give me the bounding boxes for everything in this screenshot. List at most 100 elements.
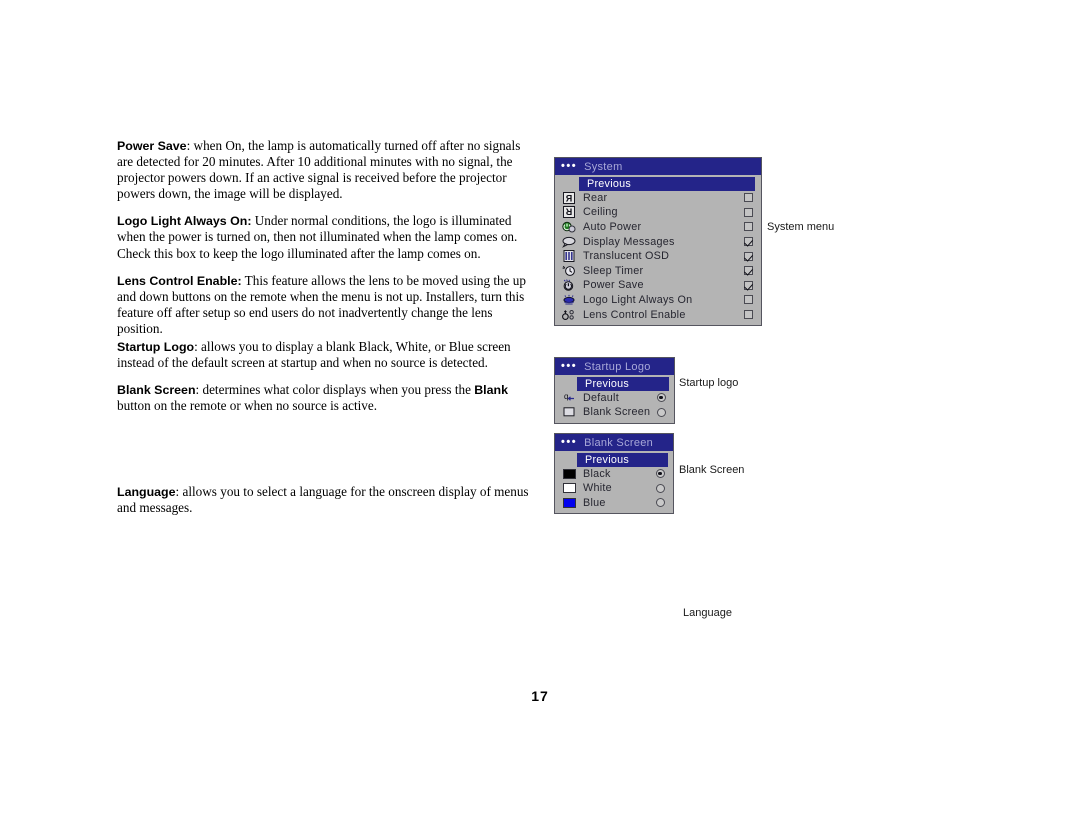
blank-screen-menu-body: Previous Black White Blue [555, 451, 673, 513]
paragraph-blank-screen-text2: button on the remote or when no source i… [117, 398, 378, 414]
startup-logo-menu-item-blank-screen[interactable]: Blank Screen [555, 405, 674, 420]
text-block-language: Language: allows you to select a languag… [117, 484, 532, 516]
svg-text:R: R [565, 193, 572, 203]
swatch-white-icon [559, 483, 579, 494]
startup-logo-menu-panel: ••• Startup Logo Previous q Default Blan… [554, 357, 675, 424]
blank-screen-previous-label: Previous [585, 453, 630, 466]
rear-projection-icon: R [559, 191, 579, 204]
svg-text:R: R [565, 207, 572, 217]
startup-logo-default-label: Default [583, 391, 619, 404]
system-menu-rear-checkbox[interactable] [740, 193, 756, 203]
term-blank-screen: Blank Screen [117, 383, 196, 398]
startup-logo-menu-item-default[interactable]: q Default [555, 391, 674, 406]
system-menu-panel: ••• System Previous R Rear R Ceiling Aut… [554, 157, 762, 326]
menu-dots-icon: ••• [561, 436, 578, 448]
paragraph-language-text: : allows you to select a language for th… [117, 484, 529, 516]
blank-screen-white-radio[interactable] [652, 483, 668, 493]
system-menu-item-sleep-timer[interactable]: Sleep Timer [555, 263, 761, 278]
swatch-blue-icon [559, 497, 579, 508]
system-menu-previous-label: Previous [587, 177, 632, 190]
system-menu-logo-light-label: Logo Light Always On [583, 293, 693, 306]
blank-screen-white-label: White [583, 482, 612, 495]
sleep-timer-icon [559, 265, 579, 277]
text-block-system-options: Power Save: when On, the lamp is automat… [117, 138, 532, 337]
svg-text:q: q [564, 392, 568, 401]
startup-logo-menu-title-bar: ••• Startup Logo [555, 358, 674, 375]
blank-screen-menu-item-white[interactable]: White [555, 481, 673, 496]
system-menu-auto-power-label: Auto Power [583, 220, 642, 233]
paragraph-blank-screen: Blank Screen: determines what color disp… [117, 382, 532, 414]
startup-logo-menu-body: Previous q Default Blank Screen [555, 375, 674, 423]
menu-dots-icon: ••• [561, 160, 578, 172]
system-menu-item-logo-light[interactable]: Logo Light Always On [555, 293, 761, 308]
blank-screen-blue-radio[interactable] [652, 498, 668, 508]
paragraph-power-save: Power Save: when On, the lamp is automat… [117, 138, 532, 202]
system-menu-item-translucent-osd[interactable]: Translucent OSD [555, 249, 761, 264]
system-menu-rear-label: Rear [583, 191, 608, 204]
startup-logo-menu-item-previous[interactable]: Previous [577, 377, 669, 391]
system-menu-item-auto-power[interactable]: Auto Power [555, 220, 761, 235]
swatch-white [562, 483, 576, 494]
logo-light-icon [559, 294, 579, 306]
swatch-blue [562, 497, 576, 508]
startup-logo-previous-label: Previous [585, 377, 630, 390]
blank-screen-black-label: Black [583, 467, 611, 480]
system-menu-power-save-checkbox[interactable] [740, 280, 756, 290]
page-number: 17 [531, 688, 549, 704]
blank-screen-menu-item-blue[interactable]: Blue [555, 496, 673, 511]
system-menu-ceiling-checkbox[interactable] [740, 207, 756, 217]
term-power-save: Power Save [117, 139, 187, 153]
blank-screen-menu-panel: ••• Blank Screen Previous Black White Bl… [554, 433, 674, 515]
paragraph-lens-control: Lens Control Enable: This feature allows… [117, 273, 532, 337]
system-menu-ceiling-label: Ceiling [583, 206, 618, 219]
power-save-icon [559, 279, 579, 292]
system-menu-title: System [584, 160, 623, 173]
translucent-osd-icon [559, 250, 579, 263]
system-menu-lens-control-checkbox[interactable] [740, 310, 756, 320]
blank-screen-menu-item-previous[interactable]: Previous [577, 453, 668, 467]
blank-screen-menu-item-black[interactable]: Black [555, 467, 673, 482]
paragraph-blank-screen-text: : determines what color displays when yo… [195, 382, 475, 398]
startup-logo-blank-screen-label: Blank Screen [583, 406, 651, 419]
system-menu-item-rear[interactable]: R Rear [555, 191, 761, 206]
system-menu-sleep-timer-label: Sleep Timer [583, 264, 644, 277]
blank-screen-menu-title-bar: ••• Blank Screen [555, 434, 673, 451]
paragraph-startup-logo: Startup Logo: allows you to display a bl… [117, 339, 532, 371]
display-messages-icon [559, 236, 579, 248]
term-language: Language [117, 485, 176, 499]
system-menu-body: Previous R Rear R Ceiling Auto Power Dis… [555, 175, 761, 325]
system-menu-logo-light-checkbox[interactable] [740, 295, 756, 305]
term-startup-logo: Startup Logo [117, 340, 195, 354]
blank-screen-blue-label: Blue [583, 496, 606, 509]
system-menu-item-display-messages[interactable]: Display Messages [555, 234, 761, 249]
startup-logo-menu-title: Startup Logo [584, 360, 651, 373]
blank-screen-black-radio[interactable] [652, 469, 668, 479]
blank-screen-menu-title: Blank Screen [584, 436, 654, 449]
system-menu-power-save-label: Power Save [583, 279, 644, 292]
lens-control-icon [559, 309, 579, 321]
swatch-black [562, 468, 576, 479]
blank-screen-icon [559, 406, 579, 418]
menu-dots-icon: ••• [561, 360, 578, 372]
system-menu-item-lens-control[interactable]: Lens Control Enable [555, 307, 761, 322]
system-menu-translucent-osd-label: Translucent OSD [583, 250, 670, 263]
text-block-startup-blank: Startup Logo: allows you to display a bl… [117, 339, 532, 414]
auto-power-icon [559, 221, 579, 233]
system-menu-display-messages-checkbox[interactable] [740, 237, 756, 247]
ceiling-projection-icon: R [559, 206, 579, 219]
system-menu-sleep-timer-checkbox[interactable] [740, 266, 756, 276]
caption-system-menu: System menu [767, 221, 835, 233]
system-menu-item-power-save[interactable]: Power Save [555, 278, 761, 293]
swatch-black-icon [559, 468, 579, 479]
system-menu-auto-power-checkbox[interactable] [740, 222, 756, 232]
startup-logo-default-radio[interactable] [653, 393, 669, 403]
system-menu-item-ceiling[interactable]: R Ceiling [555, 205, 761, 220]
caption-startup-logo: Startup logo [679, 377, 739, 389]
system-menu-display-messages-label: Display Messages [583, 235, 675, 248]
system-menu-item-previous[interactable]: Previous [579, 177, 755, 191]
startup-logo-blank-screen-radio[interactable] [653, 407, 669, 417]
system-menu-title-bar: ••• System [555, 158, 761, 175]
default-logo-icon: q [559, 392, 579, 404]
system-menu-translucent-osd-checkbox[interactable] [740, 251, 756, 261]
term-logo-light: Logo Light Always On: [117, 214, 252, 229]
